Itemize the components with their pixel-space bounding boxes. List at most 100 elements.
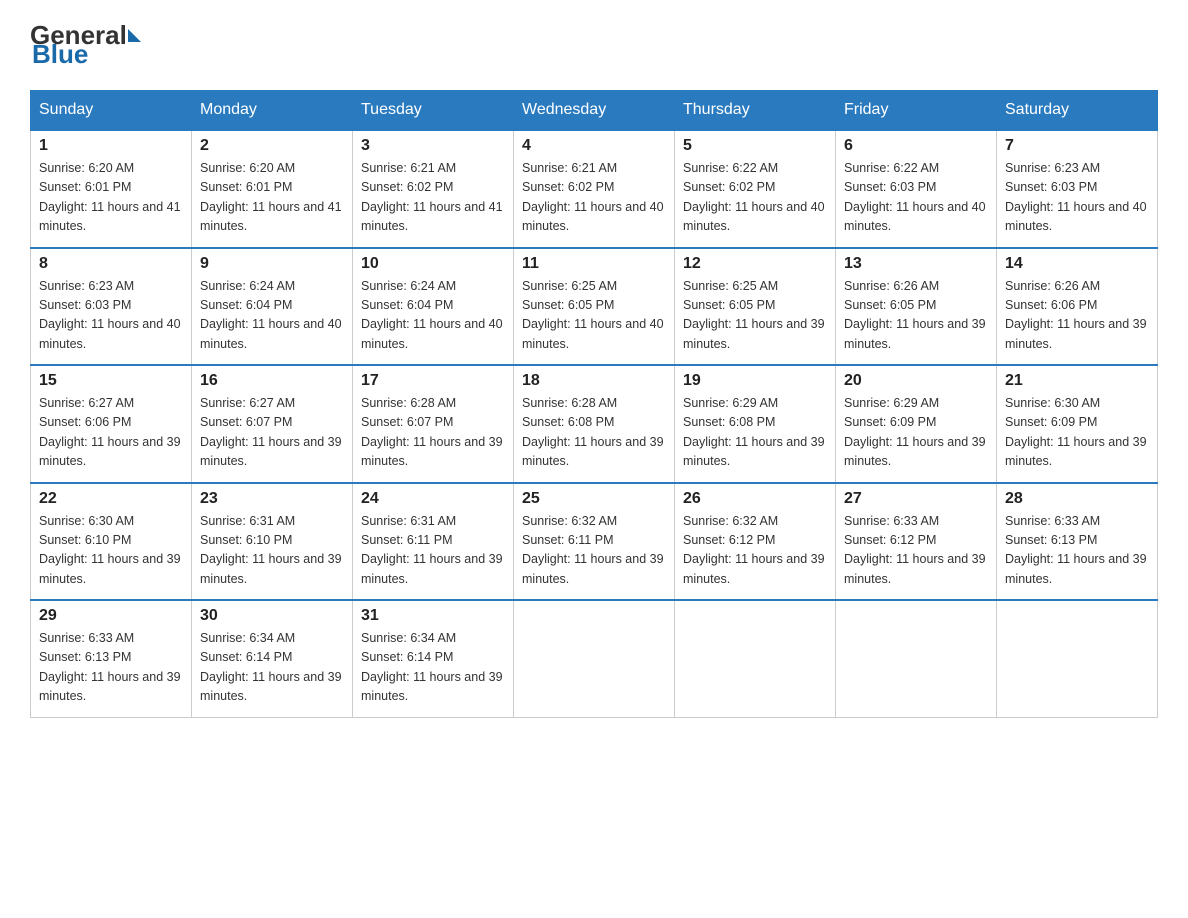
week-row-1: 1 Sunrise: 6:20 AM Sunset: 6:01 PM Dayli… (31, 130, 1158, 248)
calendar-cell: 29 Sunrise: 6:33 AM Sunset: 6:13 PM Dayl… (31, 600, 192, 717)
col-header-monday: Monday (192, 91, 353, 131)
day-info: Sunrise: 6:31 AM Sunset: 6:10 PM Dayligh… (200, 512, 344, 590)
calendar-cell: 25 Sunrise: 6:32 AM Sunset: 6:11 PM Dayl… (514, 483, 675, 601)
day-number: 27 (844, 490, 988, 508)
day-number: 22 (39, 490, 183, 508)
calendar-cell: 13 Sunrise: 6:26 AM Sunset: 6:05 PM Dayl… (836, 248, 997, 366)
day-info: Sunrise: 6:24 AM Sunset: 6:04 PM Dayligh… (361, 277, 505, 355)
week-row-4: 22 Sunrise: 6:30 AM Sunset: 6:10 PM Dayl… (31, 483, 1158, 601)
day-info: Sunrise: 6:28 AM Sunset: 6:08 PM Dayligh… (522, 394, 666, 472)
day-number: 28 (1005, 490, 1149, 508)
day-info: Sunrise: 6:29 AM Sunset: 6:08 PM Dayligh… (683, 394, 827, 472)
calendar-cell: 5 Sunrise: 6:22 AM Sunset: 6:02 PM Dayli… (675, 130, 836, 248)
day-info: Sunrise: 6:33 AM Sunset: 6:12 PM Dayligh… (844, 512, 988, 590)
logo-arrow-icon (128, 29, 141, 42)
logo: General Blue (30, 20, 142, 70)
day-info: Sunrise: 6:28 AM Sunset: 6:07 PM Dayligh… (361, 394, 505, 472)
day-number: 23 (200, 490, 344, 508)
day-info: Sunrise: 6:34 AM Sunset: 6:14 PM Dayligh… (200, 629, 344, 707)
day-info: Sunrise: 6:33 AM Sunset: 6:13 PM Dayligh… (1005, 512, 1149, 590)
calendar-cell: 31 Sunrise: 6:34 AM Sunset: 6:14 PM Dayl… (353, 600, 514, 717)
day-number: 8 (39, 255, 183, 273)
col-header-wednesday: Wednesday (514, 91, 675, 131)
calendar-table: SundayMondayTuesdayWednesdayThursdayFrid… (30, 90, 1158, 718)
logo-blue-text: Blue (32, 39, 88, 69)
day-info: Sunrise: 6:30 AM Sunset: 6:10 PM Dayligh… (39, 512, 183, 590)
day-number: 31 (361, 607, 505, 625)
day-info: Sunrise: 6:21 AM Sunset: 6:02 PM Dayligh… (522, 159, 666, 237)
day-number: 13 (844, 255, 988, 273)
day-number: 5 (683, 137, 827, 155)
day-info: Sunrise: 6:24 AM Sunset: 6:04 PM Dayligh… (200, 277, 344, 355)
calendar-cell: 26 Sunrise: 6:32 AM Sunset: 6:12 PM Dayl… (675, 483, 836, 601)
day-number: 29 (39, 607, 183, 625)
calendar-cell: 16 Sunrise: 6:27 AM Sunset: 6:07 PM Dayl… (192, 365, 353, 483)
calendar-cell: 15 Sunrise: 6:27 AM Sunset: 6:06 PM Dayl… (31, 365, 192, 483)
day-info: Sunrise: 6:33 AM Sunset: 6:13 PM Dayligh… (39, 629, 183, 707)
day-info: Sunrise: 6:21 AM Sunset: 6:02 PM Dayligh… (361, 159, 505, 237)
day-number: 6 (844, 137, 988, 155)
day-number: 10 (361, 255, 505, 273)
col-header-saturday: Saturday (997, 91, 1158, 131)
day-info: Sunrise: 6:32 AM Sunset: 6:12 PM Dayligh… (683, 512, 827, 590)
day-info: Sunrise: 6:30 AM Sunset: 6:09 PM Dayligh… (1005, 394, 1149, 472)
calendar-cell (997, 600, 1158, 717)
day-info: Sunrise: 6:26 AM Sunset: 6:06 PM Dayligh… (1005, 277, 1149, 355)
calendar-cell: 19 Sunrise: 6:29 AM Sunset: 6:08 PM Dayl… (675, 365, 836, 483)
calendar-cell: 3 Sunrise: 6:21 AM Sunset: 6:02 PM Dayli… (353, 130, 514, 248)
calendar-cell: 22 Sunrise: 6:30 AM Sunset: 6:10 PM Dayl… (31, 483, 192, 601)
day-info: Sunrise: 6:32 AM Sunset: 6:11 PM Dayligh… (522, 512, 666, 590)
day-number: 4 (522, 137, 666, 155)
day-info: Sunrise: 6:27 AM Sunset: 6:07 PM Dayligh… (200, 394, 344, 472)
col-header-thursday: Thursday (675, 91, 836, 131)
day-number: 11 (522, 255, 666, 273)
day-info: Sunrise: 6:27 AM Sunset: 6:06 PM Dayligh… (39, 394, 183, 472)
calendar-cell: 4 Sunrise: 6:21 AM Sunset: 6:02 PM Dayli… (514, 130, 675, 248)
week-row-3: 15 Sunrise: 6:27 AM Sunset: 6:06 PM Dayl… (31, 365, 1158, 483)
calendar-cell: 8 Sunrise: 6:23 AM Sunset: 6:03 PM Dayli… (31, 248, 192, 366)
col-header-friday: Friday (836, 91, 997, 131)
day-info: Sunrise: 6:25 AM Sunset: 6:05 PM Dayligh… (683, 277, 827, 355)
day-number: 16 (200, 372, 344, 390)
calendar-cell: 10 Sunrise: 6:24 AM Sunset: 6:04 PM Dayl… (353, 248, 514, 366)
calendar-header-row: SundayMondayTuesdayWednesdayThursdayFrid… (31, 91, 1158, 131)
calendar-cell: 21 Sunrise: 6:30 AM Sunset: 6:09 PM Dayl… (997, 365, 1158, 483)
calendar-cell: 6 Sunrise: 6:22 AM Sunset: 6:03 PM Dayli… (836, 130, 997, 248)
col-header-sunday: Sunday (31, 91, 192, 131)
calendar-cell: 27 Sunrise: 6:33 AM Sunset: 6:12 PM Dayl… (836, 483, 997, 601)
day-number: 18 (522, 372, 666, 390)
page-header: General Blue (30, 20, 1158, 70)
calendar-cell: 9 Sunrise: 6:24 AM Sunset: 6:04 PM Dayli… (192, 248, 353, 366)
day-number: 26 (683, 490, 827, 508)
day-number: 15 (39, 372, 183, 390)
calendar-cell (514, 600, 675, 717)
col-header-tuesday: Tuesday (353, 91, 514, 131)
calendar-cell: 17 Sunrise: 6:28 AM Sunset: 6:07 PM Dayl… (353, 365, 514, 483)
calendar-cell: 18 Sunrise: 6:28 AM Sunset: 6:08 PM Dayl… (514, 365, 675, 483)
day-info: Sunrise: 6:25 AM Sunset: 6:05 PM Dayligh… (522, 277, 666, 355)
calendar-cell: 14 Sunrise: 6:26 AM Sunset: 6:06 PM Dayl… (997, 248, 1158, 366)
calendar-cell: 23 Sunrise: 6:31 AM Sunset: 6:10 PM Dayl… (192, 483, 353, 601)
calendar-cell: 12 Sunrise: 6:25 AM Sunset: 6:05 PM Dayl… (675, 248, 836, 366)
calendar-cell: 30 Sunrise: 6:34 AM Sunset: 6:14 PM Dayl… (192, 600, 353, 717)
calendar-cell: 20 Sunrise: 6:29 AM Sunset: 6:09 PM Dayl… (836, 365, 997, 483)
calendar-cell (675, 600, 836, 717)
day-number: 9 (200, 255, 344, 273)
day-number: 14 (1005, 255, 1149, 273)
day-number: 25 (522, 490, 666, 508)
day-info: Sunrise: 6:29 AM Sunset: 6:09 PM Dayligh… (844, 394, 988, 472)
day-number: 30 (200, 607, 344, 625)
day-info: Sunrise: 6:20 AM Sunset: 6:01 PM Dayligh… (39, 159, 183, 237)
calendar-cell (836, 600, 997, 717)
day-info: Sunrise: 6:22 AM Sunset: 6:02 PM Dayligh… (683, 159, 827, 237)
day-number: 19 (683, 372, 827, 390)
day-info: Sunrise: 6:20 AM Sunset: 6:01 PM Dayligh… (200, 159, 344, 237)
day-number: 20 (844, 372, 988, 390)
day-number: 3 (361, 137, 505, 155)
day-number: 1 (39, 137, 183, 155)
day-number: 12 (683, 255, 827, 273)
day-info: Sunrise: 6:22 AM Sunset: 6:03 PM Dayligh… (844, 159, 988, 237)
calendar-cell: 28 Sunrise: 6:33 AM Sunset: 6:13 PM Dayl… (997, 483, 1158, 601)
week-row-2: 8 Sunrise: 6:23 AM Sunset: 6:03 PM Dayli… (31, 248, 1158, 366)
calendar-cell: 11 Sunrise: 6:25 AM Sunset: 6:05 PM Dayl… (514, 248, 675, 366)
